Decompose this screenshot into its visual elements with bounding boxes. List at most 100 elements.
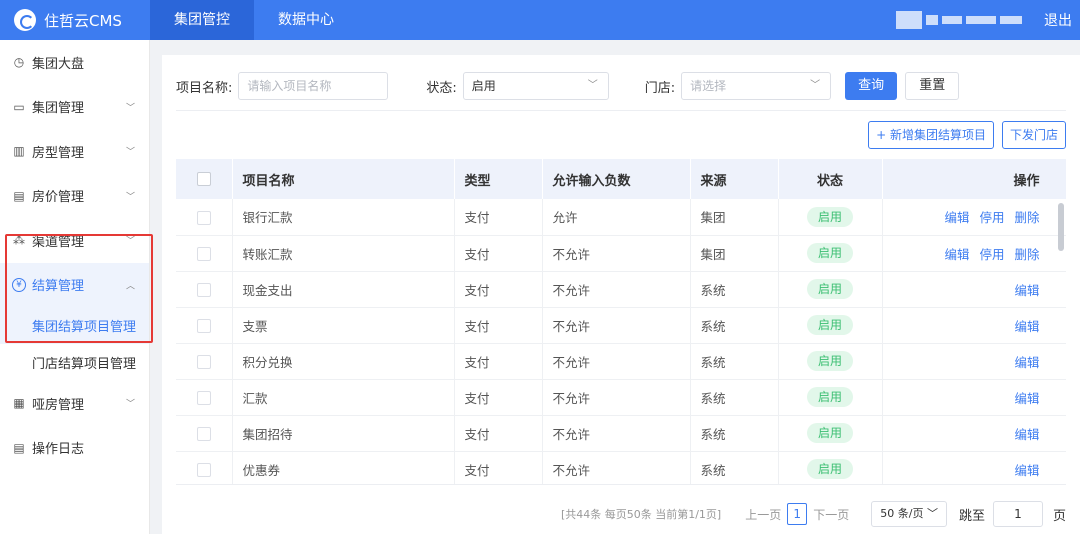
chevron-down-icon: ﹀ <box>125 147 135 158</box>
row-checkbox[interactable] <box>196 318 211 333</box>
status-badge: 启用 <box>807 206 853 227</box>
dispatch-to-stores-button[interactable]: 下发门店 <box>1001 121 1066 149</box>
row-action-link[interactable]: 编辑 <box>1014 391 1039 406</box>
document-edit-icon: ▦ <box>13 396 25 411</box>
row-checkbox[interactable] <box>196 210 211 225</box>
row-checkbox[interactable] <box>196 462 211 477</box>
add-group-settlement-button[interactable]: + 新增集团结算项目 <box>868 121 994 149</box>
sidebar-item-label: 操作日志 <box>32 442 85 458</box>
table-row: 转账汇款 支付 不允许 集团 启用 编辑 停用 删除 <box>176 235 1066 272</box>
project-name-input[interactable]: 请输入项目名称 <box>238 72 389 100</box>
row-action-link[interactable]: 编辑 <box>1014 319 1039 334</box>
log-icon: ▤ <box>13 440 25 455</box>
jump-page-input[interactable]: 1 <box>992 501 1043 527</box>
table-scrollbar[interactable] <box>1058 203 1064 251</box>
sidebar-item-group-dashboard[interactable]: ◷ 集团大盘 <box>0 40 149 85</box>
cell-source: 集团 <box>690 199 779 236</box>
row-action-link[interactable]: 编辑 <box>1014 283 1039 298</box>
cell-actions: 编辑 <box>882 343 1066 380</box>
column-header-negative: 允许输入负数 <box>542 159 691 199</box>
column-header-actions: 操作 <box>882 159 1066 199</box>
cell-name: 积分兑换 <box>232 343 455 380</box>
chevron-down-icon: ﹀ <box>926 507 938 520</box>
sidebar-item-label: 结算管理 <box>32 279 85 295</box>
cell-name: 转账汇款 <box>232 235 455 272</box>
cell-negative: 不允许 <box>542 379 691 416</box>
table-row: 汇款 支付 不允许 系统 启用 编辑 <box>176 379 1066 416</box>
row-action-link[interactable]: 编辑 <box>944 247 969 262</box>
select-all-checkbox[interactable] <box>196 172 211 186</box>
row-action-link[interactable]: 编辑 <box>1014 427 1039 442</box>
cell-type: 支付 <box>454 379 543 416</box>
cell-negative: 不允许 <box>542 343 691 380</box>
sidebar-item-operation-log[interactable]: ▤ 操作日志 <box>0 426 149 471</box>
cell-actions: 编辑 <box>882 379 1066 416</box>
main-content: 项目名称: 请输入项目名称 状态: 启用 ﹀ 门店: 请选择 ﹀ 查询 重置 +… <box>162 55 1080 534</box>
row-action-link[interactable]: 删除 <box>1014 247 1039 262</box>
row-action-link[interactable]: 停用 <box>979 210 1004 225</box>
row-checkbox[interactable] <box>196 390 211 405</box>
brand[interactable]: 住哲云CMS <box>0 0 150 40</box>
sidebar-subitem-group-settlement[interactable]: 集团结算项目管理 <box>0 307 149 344</box>
cell-type: 支付 <box>454 235 543 272</box>
table-actions: + 新增集团结算项目 下发门店 <box>860 121 1066 149</box>
row-checkbox[interactable] <box>196 354 211 369</box>
building-icon: ▥ <box>13 144 25 159</box>
clock-icon: ◷ <box>13 55 25 70</box>
pagination-summary: [共44条 每页50条 当前第1/1页] <box>560 508 722 521</box>
status-select[interactable]: 启用 ﹀ <box>462 72 609 100</box>
table-row: 现金支出 支付 不允许 系统 启用 编辑 <box>176 271 1066 308</box>
row-checkbox[interactable] <box>196 246 211 261</box>
top-nav-group-control[interactable]: 集团管控 <box>150 0 254 40</box>
prev-page-link[interactable]: 上一页 <box>745 506 781 523</box>
page-size-select[interactable]: 50 条/页 ﹀ <box>871 501 947 527</box>
network-icon: ⁂ <box>13 233 25 248</box>
logout-link[interactable]: 退出 <box>1044 10 1072 30</box>
search-button[interactable]: 查询 <box>845 72 898 100</box>
status-badge: 启用 <box>807 279 853 299</box>
chevron-down-icon: ﹀ <box>125 399 135 410</box>
row-action-link[interactable]: 删除 <box>1014 210 1039 225</box>
cell-source: 系统 <box>690 307 779 344</box>
chevron-down-icon: ﹀ <box>810 80 821 91</box>
filter-bar: 项目名称: 请输入项目名称 状态: 启用 ﹀ 门店: 请选择 ﹀ 查询 重置 <box>176 71 1080 101</box>
cell-source: 系统 <box>690 379 779 416</box>
row-action-link[interactable]: 编辑 <box>1014 463 1039 478</box>
row-checkbox[interactable] <box>196 282 211 297</box>
cell-actions: 编辑 <box>882 415 1066 452</box>
cell-name: 银行汇款 <box>232 199 455 236</box>
sidebar-item-channel[interactable]: ⁂ 渠道管理 ﹀ <box>0 218 149 263</box>
cell-name: 支票 <box>232 307 455 344</box>
settlement-table: 项目名称 类型 允许输入负数 来源 状态 操作 银行汇款 支付 允许 集团 启用 编辑 停用… <box>176 159 1066 485</box>
row-action-link[interactable]: 编辑 <box>944 210 969 225</box>
chevron-down-icon: ﹀ <box>125 236 135 247</box>
cell-type: 支付 <box>454 199 543 236</box>
sidebar-subitem-store-settlement[interactable]: 门店结算项目管理 <box>0 344 149 381</box>
top-nav-data-center[interactable]: 数据中心 <box>254 0 358 40</box>
status-badge: 启用 <box>807 423 853 443</box>
page-number-current[interactable]: 1 <box>787 503 808 525</box>
table-row: 集团招待 支付 不允许 系统 启用 编辑 <box>176 415 1066 452</box>
store-select-placeholder: 请选择 <box>690 79 727 93</box>
cell-type: 支付 <box>454 451 543 484</box>
row-action-link[interactable]: 停用 <box>979 247 1004 262</box>
sidebar-item-dummy-room[interactable]: ▦ 哑房管理 ﹀ <box>0 381 149 426</box>
next-page-link[interactable]: 下一页 <box>813 506 849 523</box>
reset-button[interactable]: 重置 <box>905 72 960 100</box>
row-action-link[interactable]: 编辑 <box>1014 355 1039 370</box>
row-checkbox[interactable] <box>196 426 211 441</box>
status-select-value: 启用 <box>471 79 496 93</box>
cell-source: 系统 <box>690 343 779 380</box>
sidebar-item-room-price[interactable]: ▤ 房价管理 ﹀ <box>0 174 149 219</box>
chevron-down-icon: ﹀ <box>125 192 135 203</box>
sidebar-item-room-type[interactable]: ▥ 房型管理 ﹀ <box>0 129 149 174</box>
sidebar-item-settlement[interactable]: ¥ 结算管理 ︿ <box>0 262 149 307</box>
sidebar-item-group-management[interactable]: ▭ 集团管理 ﹀ <box>0 85 149 130</box>
store-select[interactable]: 请选择 ﹀ <box>681 72 832 100</box>
cell-source: 系统 <box>690 451 779 484</box>
cell-negative: 不允许 <box>542 271 691 308</box>
cell-negative: 不允许 <box>542 235 691 272</box>
jump-suffix: 页 <box>1052 508 1066 524</box>
jump-label: 跳至 <box>958 508 985 524</box>
user-info-blurred[interactable] <box>896 11 1026 29</box>
